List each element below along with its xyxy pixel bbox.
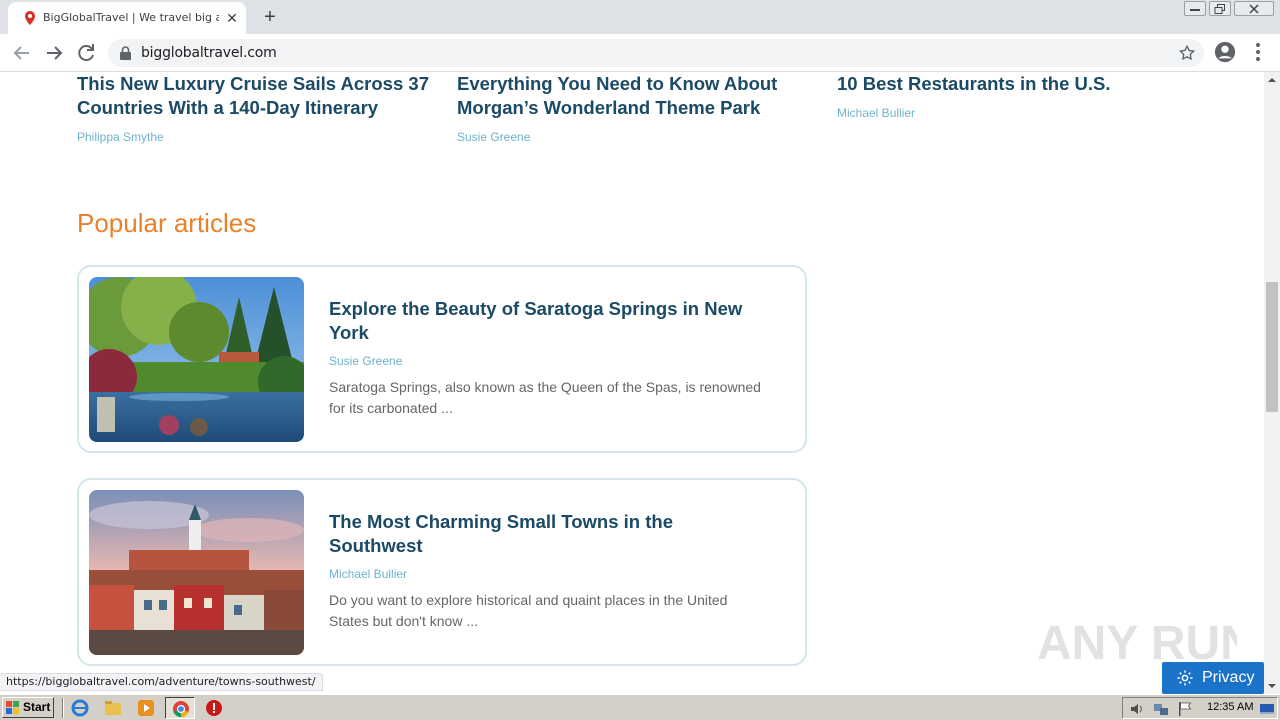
saratoga-springs-image [89,277,304,442]
article-author[interactable]: Michael Bullier [837,106,1137,120]
minimize-button[interactable] [1184,1,1206,16]
tab-close-icon[interactable]: ✕ [224,10,240,26]
article-author[interactable]: Susie Greene [457,130,817,144]
card-body: The Most Charming Small Towns in the Sou… [329,510,769,632]
lock-icon[interactable] [120,46,131,60]
url-text[interactable]: bigglobaltravel.com [141,45,277,61]
start-button[interactable]: Start [2,697,54,718]
top-article[interactable]: 10 Best Restaurants in the U.S. Michael … [837,72,1137,120]
privacy-label: Privacy [1202,669,1255,686]
address-bar[interactable]: bigglobaltravel.com [108,39,1204,67]
kebab-menu-icon[interactable] [1250,41,1266,63]
taskbar-separator [62,698,64,718]
article-thumbnail[interactable] [89,277,304,442]
card-body: Explore the Beauty of Saratoga Springs i… [329,297,769,419]
internet-explorer-icon[interactable] [71,699,89,717]
chrome-icon [173,701,189,718]
article-title[interactable]: Everything You Need to Know About Morgan… [457,72,817,120]
location-pin-icon [25,11,35,25]
back-arrow-icon[interactable] [10,41,34,65]
article-excerpt: Saratoga Springs, also known as the Quee… [329,379,761,416]
tab-title: BigGlobalTravel | We travel big and o [43,11,219,24]
profile-avatar-icon[interactable] [1214,41,1236,63]
browser-toolbar: bigglobaltravel.com [0,34,1280,72]
top-article[interactable]: Everything You Need to Know About Morgan… [457,72,817,144]
speaker-icon[interactable] [1129,701,1145,717]
taskbar-chrome-button[interactable] [165,697,195,719]
privacy-button[interactable]: Privacy [1162,662,1264,694]
reload-icon[interactable] [74,41,98,65]
article-title[interactable]: Explore the Beauty of Saratoga Springs i… [329,297,769,345]
gear-icon [1177,670,1193,686]
show-desktop-icon[interactable] [1259,701,1275,717]
article-author[interactable]: Philippa Smythe [77,130,437,144]
flag-icon[interactable] [1177,701,1193,717]
article-author[interactable]: Michael Bullier [329,567,769,581]
scroll-up-arrow-icon[interactable] [1264,74,1280,86]
restore-icon [1214,3,1225,14]
media-player-icon[interactable] [137,699,155,717]
scroll-thumb[interactable] [1266,282,1278,412]
page-scrollbar[interactable] [1264,72,1280,694]
start-label: Start [23,700,51,714]
minimize-icon [1190,8,1200,11]
small-town-image [89,490,304,655]
status-bar-url: https://bigglobaltravel.com/adventure/to… [0,673,323,691]
taskbar-clock: 12:35 AM [1207,701,1254,713]
scroll-down-arrow-icon[interactable] [1264,680,1280,692]
restore-button[interactable] [1209,1,1231,16]
article-excerpt: Do you want to explore historical and qu… [329,592,728,629]
network-icon[interactable] [1153,701,1169,717]
top-article[interactable]: This New Luxury Cruise Sails Across 37 C… [77,72,437,144]
windows-taskbar: Start 12:35 AM [0,694,1280,720]
close-window-button[interactable] [1234,1,1274,16]
article-thumbnail[interactable] [89,490,304,655]
windows-logo-icon [6,701,19,714]
file-explorer-icon[interactable] [104,699,122,717]
page-viewport: This New Luxury Cruise Sails Across 37 C… [0,72,1264,694]
article-card[interactable]: Explore the Beauty of Saratoga Springs i… [77,265,807,453]
article-title[interactable]: This New Luxury Cruise Sails Across 37 C… [77,72,437,120]
new-tab-button[interactable]: + [258,6,282,28]
article-card[interactable]: The Most Charming Small Towns in the Sou… [77,478,807,666]
article-author[interactable]: Susie Greene [329,354,769,368]
article-title[interactable]: 10 Best Restaurants in the U.S. [837,72,1137,96]
close-icon [1249,3,1259,14]
forward-arrow-icon[interactable] [42,41,66,65]
section-title: Popular articles [77,208,257,238]
browser-tab[interactable]: BigGlobalTravel | We travel big and o ✕ [8,2,246,34]
stop-sign-icon[interactable] [205,699,223,717]
system-tray: 12:35 AM [1122,697,1278,719]
bookmark-star-icon[interactable] [1178,44,1196,62]
tab-strip: BigGlobalTravel | We travel big and o ✕ … [0,0,1280,34]
article-title[interactable]: The Most Charming Small Towns in the Sou… [329,510,769,558]
